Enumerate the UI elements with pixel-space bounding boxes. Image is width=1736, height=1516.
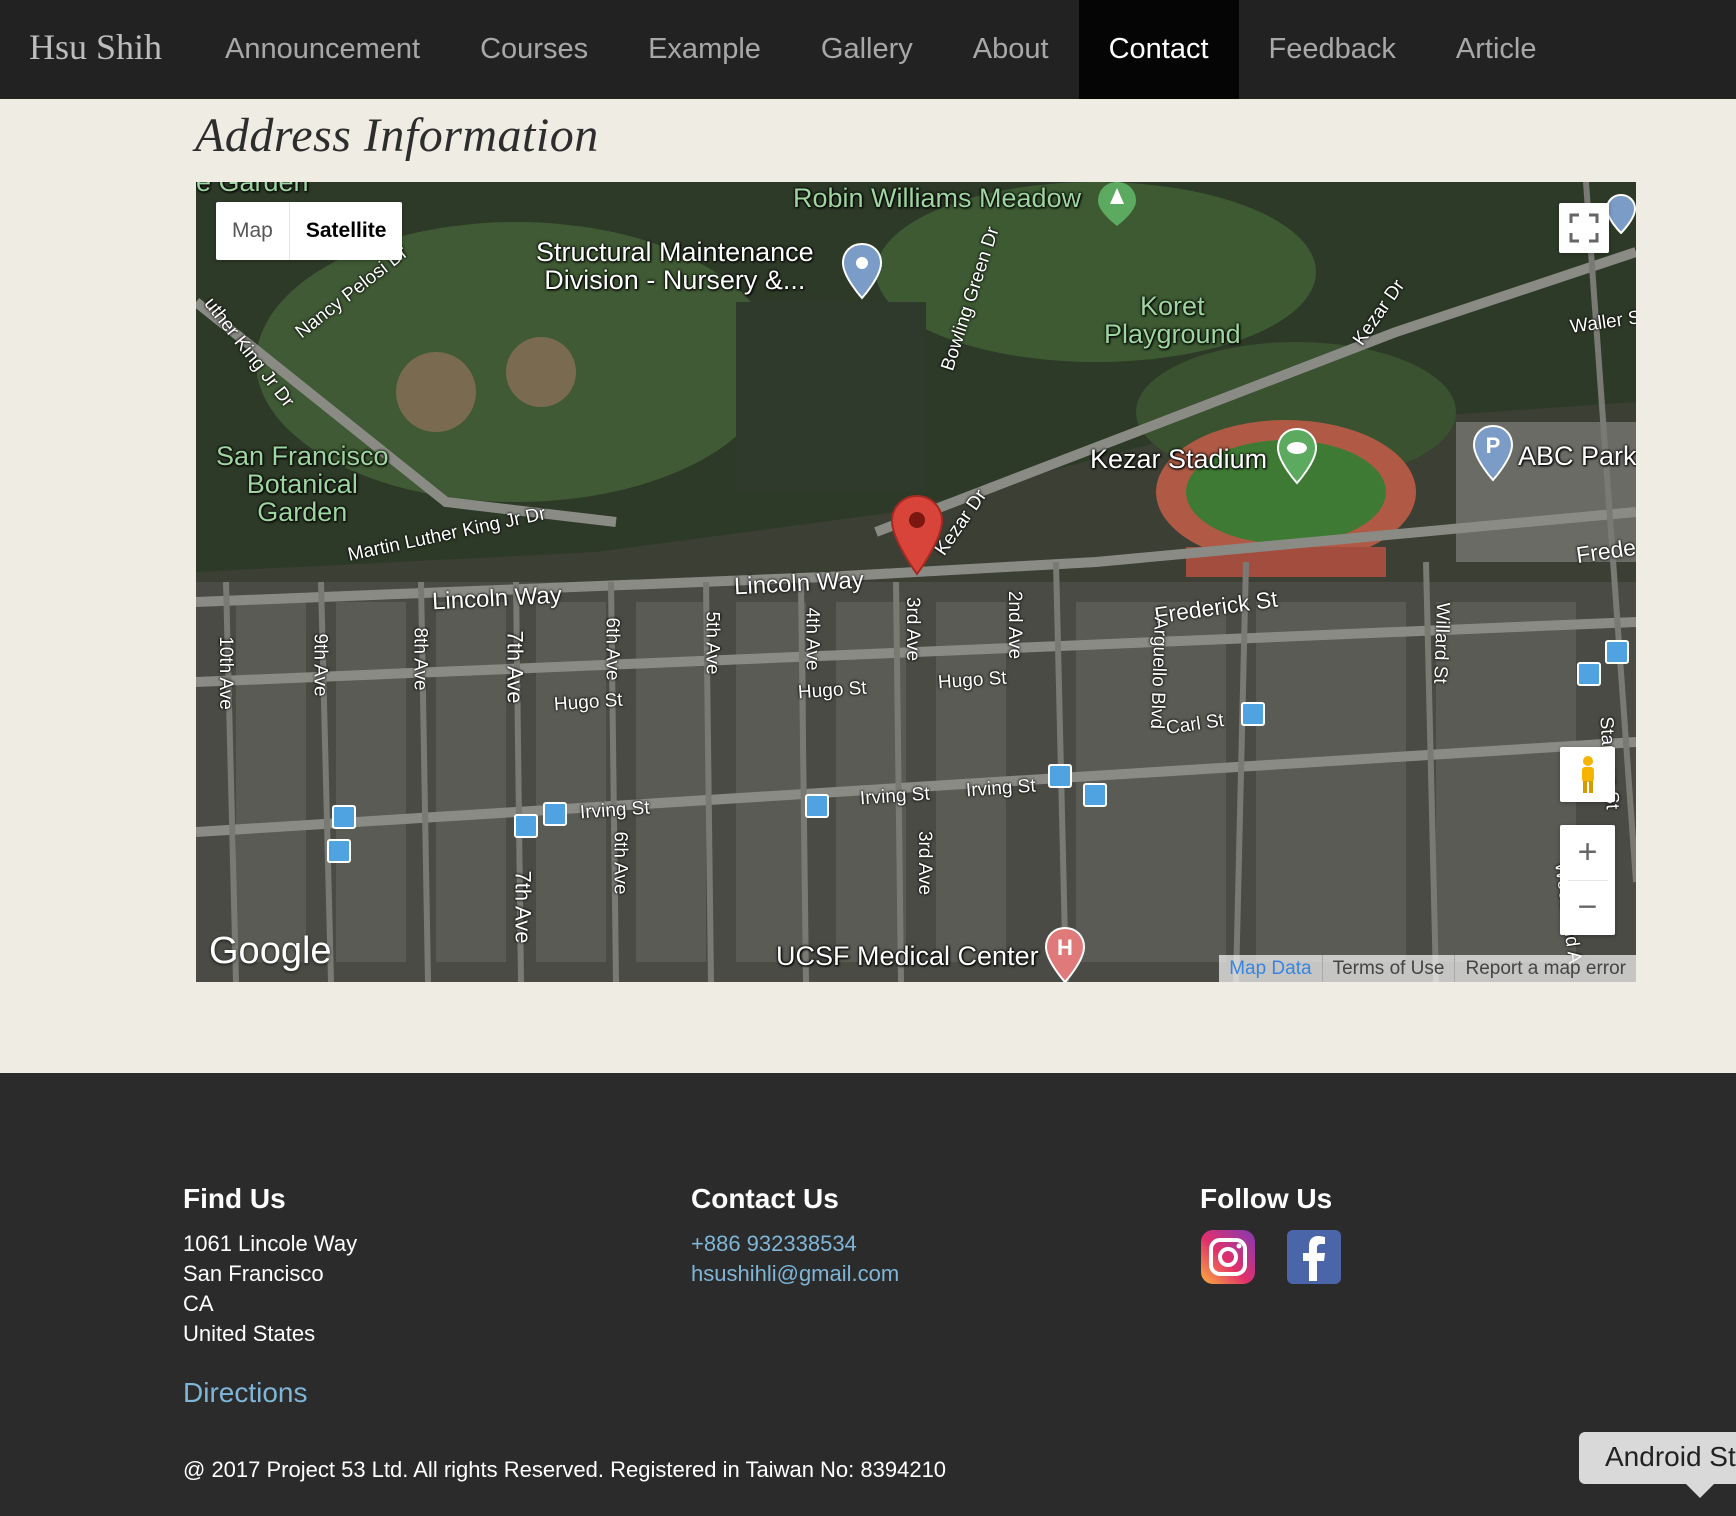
street-label: 7th Ave — [502, 630, 528, 704]
social-links — [1200, 1229, 1342, 1285]
transit-icon[interactable] — [514, 814, 538, 838]
find-us-section: Find Us 1061 Lincole Way San Francisco C… — [183, 1183, 357, 1349]
street-label: 9th Ave — [309, 633, 331, 697]
map-type-map-button[interactable]: Map — [216, 202, 290, 260]
transit-icon[interactable] — [1605, 640, 1629, 664]
transit-icon[interactable] — [543, 802, 567, 826]
svg-text:H: H — [1057, 935, 1073, 960]
street-label: 8th Ave — [409, 627, 431, 691]
svg-text:P: P — [1486, 433, 1501, 458]
zoom-out-button[interactable]: − — [1560, 880, 1615, 935]
street-label: 10th Ave — [214, 636, 236, 710]
nav-item-announcement[interactable]: Announcement — [195, 0, 450, 99]
street-label: 4th Ave — [801, 607, 823, 671]
facebook-icon[interactable] — [1286, 1229, 1342, 1285]
tooltip-arrow — [1686, 1484, 1714, 1498]
fullscreen-button[interactable] — [1559, 203, 1609, 253]
address-line: 1061 Lincole Way — [183, 1231, 358, 1256]
map-type-control: Map Satellite — [216, 202, 403, 260]
shopping-pin-icon[interactable] — [1606, 194, 1636, 234]
fullscreen-icon — [1569, 213, 1599, 243]
footer: Find Us 1061 Lincole Way San Francisco C… — [0, 1073, 1736, 1516]
street-label: 6th Ave — [609, 831, 631, 895]
nav-item-about[interactable]: About — [943, 0, 1079, 99]
place-pin-icon[interactable] — [841, 242, 883, 300]
transit-icon[interactable] — [327, 839, 351, 863]
nav-item-contact[interactable]: Contact — [1078, 0, 1239, 99]
nav-item-feedback[interactable]: Feedback — [1239, 0, 1426, 99]
brand-logo[interactable]: Hsu Shih — [29, 26, 162, 68]
phone-link[interactable]: +886 932338534 — [691, 1229, 899, 1259]
street-view-button[interactable] — [1560, 747, 1615, 802]
map-label-ucsf-medical-center: UCSF Medical Center — [776, 941, 1039, 971]
follow-us-section: Follow Us — [1200, 1183, 1342, 1285]
report-map-error-link[interactable]: Report a map error — [1454, 955, 1636, 982]
hospital-pin-icon[interactable]: H — [1044, 926, 1086, 982]
address-line: United States — [183, 1321, 316, 1346]
map-data-link[interactable]: Map Data — [1219, 955, 1321, 982]
transit-icon[interactable] — [332, 805, 356, 829]
stadium-pin-icon[interactable] — [1276, 427, 1318, 485]
transit-icon[interactable] — [1241, 702, 1265, 726]
android-studio-tooltip: Android St — [1579, 1432, 1736, 1484]
map-label-structural-maintenance: Structural Maintenance Division - Nurser… — [536, 237, 814, 295]
map-label-garden-partial: e Garden — [196, 182, 309, 197]
transit-icon[interactable] — [1083, 783, 1107, 807]
google-logo[interactable]: Google — [209, 930, 332, 973]
nav-item-article[interactable]: Article — [1426, 0, 1567, 99]
transit-icon[interactable] — [1577, 662, 1601, 686]
nav-item-courses[interactable]: Courses — [450, 0, 618, 99]
follow-us-heading: Follow Us — [1200, 1183, 1333, 1214]
zoom-in-button[interactable]: + — [1560, 825, 1615, 880]
email-link[interactable]: hsushihli@gmail.com — [691, 1259, 899, 1289]
zoom-control: + − — [1560, 825, 1615, 935]
street-label: 5th Ave — [701, 611, 723, 675]
contact-us-section: Contact Us +886 932338534 hsushihli@gmai… — [691, 1183, 899, 1289]
transit-icon[interactable] — [1048, 764, 1072, 788]
instagram-icon[interactable] — [1200, 1229, 1256, 1285]
park-pin-icon[interactable] — [1096, 182, 1138, 228]
street-label: 7th Ave — [510, 870, 536, 944]
find-us-heading: Find Us — [183, 1183, 286, 1214]
street-label: 3rd Ave — [914, 830, 936, 896]
copyright-text: @ 2017 Project 53 Ltd. All rights Reserv… — [183, 1457, 947, 1482]
nav-menu: Announcement Courses Example Gallery Abo… — [195, 0, 1566, 99]
transit-icon[interactable] — [805, 794, 829, 818]
directions-link[interactable]: Directions — [183, 1377, 307, 1409]
street-label: 2nd Ave — [1004, 590, 1026, 660]
location-marker-icon[interactable] — [890, 494, 944, 576]
map-attribution: Map Data Terms of Use Report a map error — [1219, 955, 1636, 982]
nav-item-example[interactable]: Example — [618, 0, 791, 99]
street-label: Arguello Blvd — [1146, 616, 1171, 730]
street-label: 3rd Ave — [902, 596, 924, 662]
terms-of-use-link[interactable]: Terms of Use — [1321, 955, 1455, 982]
page-title: Address Information — [195, 109, 599, 162]
map-label-koret-playground: Koret Playground — [1104, 291, 1241, 349]
contact-us-heading: Contact Us — [691, 1183, 839, 1214]
map-type-satellite-button[interactable]: Satellite — [290, 202, 403, 260]
address-line: San Francisco — [183, 1261, 324, 1286]
map-label-botanical-garden: San Francisco Botanical Garden — [216, 441, 389, 527]
map-label-robin-williams-meadow: Robin Williams Meadow — [793, 183, 1082, 213]
top-navbar: Hsu Shih Announcement Courses Example Ga… — [0, 0, 1736, 99]
pegman-icon — [1581, 755, 1594, 793]
street-label: 6th Ave — [601, 617, 623, 681]
embedded-map[interactable]: e Garden Robin Williams Meadow Structura… — [196, 182, 1636, 982]
parking-pin-icon[interactable]: P — [1472, 424, 1514, 482]
map-label-abc-park: ABC Park — [1518, 441, 1636, 471]
address-line: CA — [183, 1291, 214, 1316]
street-label: Willard St — [1429, 602, 1454, 685]
map-label-kezar-stadium: Kezar Stadium — [1090, 444, 1268, 474]
nav-item-gallery[interactable]: Gallery — [791, 0, 943, 99]
